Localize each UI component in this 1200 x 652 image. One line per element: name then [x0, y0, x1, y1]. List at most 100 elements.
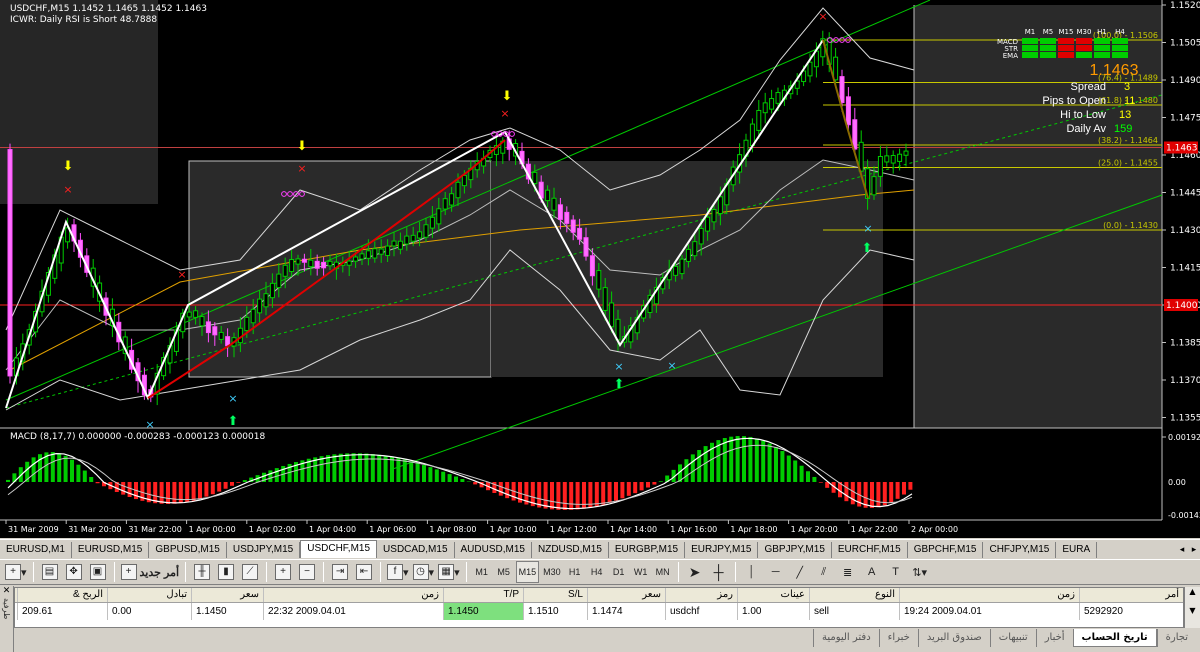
- terminal-tab[interactable]: صندوق البريد: [917, 629, 990, 647]
- templates-button[interactable]: ▦ ▾: [437, 561, 461, 583]
- scroll-right-icon[interactable]: ▸: [1188, 542, 1200, 558]
- candle-body: [404, 235, 410, 245]
- symbol-tab[interactable]: EURA: [1056, 542, 1098, 558]
- timeframe-d1-button[interactable]: D1: [609, 561, 629, 583]
- candle-body: [321, 261, 327, 269]
- signal-light: [1040, 52, 1056, 58]
- timeframe-m30-button[interactable]: M30: [541, 561, 563, 583]
- symbol-tab[interactable]: EURUSD,M1: [0, 542, 72, 558]
- column-header[interactable]: سعر: [191, 588, 263, 602]
- timeframe-mn-button[interactable]: MN: [653, 561, 673, 583]
- symbol-tab[interactable]: EURUSD,M15: [72, 542, 150, 558]
- timeframe-m1-button[interactable]: M1: [472, 561, 492, 583]
- new-order-button[interactable]: + أمر جديد: [120, 561, 180, 583]
- macd-histogram-bar: [626, 482, 631, 496]
- chart-shift-button[interactable]: ⇤: [353, 561, 375, 583]
- macd-histogram-bar: [882, 482, 887, 506]
- price-chart[interactable]: 1.1520 1.1505 1.1490 1.1475 1.1460 1.1445 1.14…: [0, 0, 1200, 538]
- new-chart-button[interactable]: + ▾: [4, 561, 28, 583]
- fibonacci-icon: ≣: [843, 566, 853, 579]
- time-tick-label: 1 Apr 10:00: [490, 525, 537, 534]
- timeframe-h1-button[interactable]: H1: [565, 561, 585, 583]
- symbol-tab[interactable]: USDCHF,M15: [300, 540, 378, 558]
- column-header[interactable]: النوع: [809, 588, 899, 602]
- indicators-button[interactable]: f ▾: [386, 561, 410, 583]
- chart-canvas[interactable]: 1.15201.15051.14901.14751.14601.14451.14…: [0, 0, 1200, 538]
- symbol-tab[interactable]: GBPUSD,M15: [149, 542, 227, 558]
- down-arrow-icon: ⬇: [502, 89, 513, 104]
- macd-histogram-bar: [236, 482, 241, 483]
- macd-histogram-bar: [569, 482, 574, 510]
- table-scrollbar[interactable]: ▲ ▼: [1184, 587, 1200, 628]
- macd-histogram-bar: [268, 470, 273, 482]
- text-icon: A: [867, 566, 876, 578]
- trendline-icon: ╱: [796, 566, 803, 579]
- profiles-button[interactable]: ▤: [39, 561, 61, 583]
- column-header[interactable]: سعر: [587, 588, 665, 602]
- symbol-tab[interactable]: GBPCHF,M15: [908, 542, 984, 558]
- column-header[interactable]: زمن: [899, 588, 1079, 602]
- up-arrow-icon: ⬆: [228, 414, 239, 429]
- sell-marker-icon: ×: [63, 183, 72, 196]
- close-icon[interactable]: ✕: [0, 586, 13, 596]
- bar-chart-button[interactable]: ╫: [191, 561, 213, 583]
- crosshair-nav-button[interactable]: ✥: [63, 561, 85, 583]
- terminal-tab[interactable]: تنبيهات: [989, 629, 1036, 647]
- vertical-line-button[interactable]: │: [741, 561, 763, 583]
- column-header[interactable]: T/P: [443, 588, 523, 602]
- market-watch-button[interactable]: ▣: [87, 561, 109, 583]
- periods-button[interactable]: ◷ ▾: [412, 561, 436, 583]
- candles-button[interactable]: ▮: [215, 561, 237, 583]
- arrows-button[interactable]: ⇅ ▾: [909, 561, 931, 583]
- scroll-down-icon[interactable]: ▼: [1185, 606, 1200, 615]
- column-header[interactable]: رمز: [665, 588, 737, 602]
- spread-value: 3: [1124, 81, 1131, 93]
- terminal-tab[interactable]: أخبار: [1035, 629, 1073, 647]
- text-label-button[interactable]: T: [885, 561, 907, 583]
- macd-histogram-bar: [895, 482, 900, 499]
- candle-body: [346, 260, 352, 266]
- crosshair-button[interactable]: ┼: [708, 561, 730, 583]
- column-header[interactable]: S/L: [523, 588, 587, 602]
- terminal-tab[interactable]: دفتر اليومية: [812, 629, 879, 647]
- terminal-tab[interactable]: خبراء: [878, 629, 918, 647]
- timeframe-w1-button[interactable]: W1: [631, 561, 651, 583]
- buy-marker-icon: ×: [145, 418, 154, 431]
- symbol-tab[interactable]: EURJPY,M15: [685, 542, 759, 558]
- scroll-left-icon[interactable]: ◂: [1176, 542, 1188, 558]
- symbol-tab[interactable]: EURGBP,M15: [609, 542, 686, 558]
- text-button[interactable]: A: [861, 561, 883, 583]
- line-chart-button[interactable]: ⟋: [239, 561, 261, 583]
- candle-body: [282, 264, 288, 277]
- column-header[interactable]: تبادل: [107, 588, 191, 602]
- terminal-tab[interactable]: تاريخ الحساب: [1072, 629, 1157, 647]
- timeframe-m15-button[interactable]: M15: [515, 561, 540, 583]
- channel-button[interactable]: ⫽: [813, 561, 835, 583]
- time-tick-label: 31 Mar 22:00: [128, 525, 181, 534]
- timeframe-h4-button[interactable]: H4: [587, 561, 607, 583]
- zoom-in-button[interactable]: +: [272, 561, 294, 583]
- fibonacci-button[interactable]: ≣: [837, 561, 859, 583]
- symbol-tab[interactable]: GBPJPY,M15: [758, 542, 832, 558]
- zoom-out-button[interactable]: −: [296, 561, 318, 583]
- scroll-up-icon[interactable]: ▲: [1185, 587, 1200, 596]
- column-header[interactable]: عينات: [737, 588, 809, 602]
- trendline-button[interactable]: ╱: [789, 561, 811, 583]
- timeframe-m5-button[interactable]: M5: [494, 561, 514, 583]
- horizontal-line-button[interactable]: ─: [765, 561, 787, 583]
- autoscroll-button[interactable]: ⇥: [329, 561, 351, 583]
- symbol-tab[interactable]: NZDUSD,M15: [532, 542, 609, 558]
- candle-body: [244, 316, 250, 332]
- table-row[interactable]: 5292920 2009.04.01 19:24 sell 1.00 usdchf 1.1…: [15, 603, 1183, 620]
- symbol-tab[interactable]: USDCAD,M15: [377, 542, 455, 558]
- symbol-tab[interactable]: USDJPY,M15: [227, 542, 301, 558]
- column-header[interactable]: الربح &: [17, 588, 107, 602]
- symbol-tab[interactable]: EURCHF,M15: [832, 542, 908, 558]
- terminal-tab[interactable]: تجارة: [1156, 629, 1196, 647]
- cursor-button[interactable]: ➤: [684, 561, 706, 583]
- candle-body: [839, 76, 845, 104]
- column-header[interactable]: زمن: [263, 588, 443, 602]
- symbol-tab[interactable]: CHFJPY,M15: [983, 542, 1057, 558]
- symbol-tab[interactable]: AUDUSD,M15: [455, 542, 532, 558]
- column-header[interactable]: أمر: [1079, 588, 1183, 602]
